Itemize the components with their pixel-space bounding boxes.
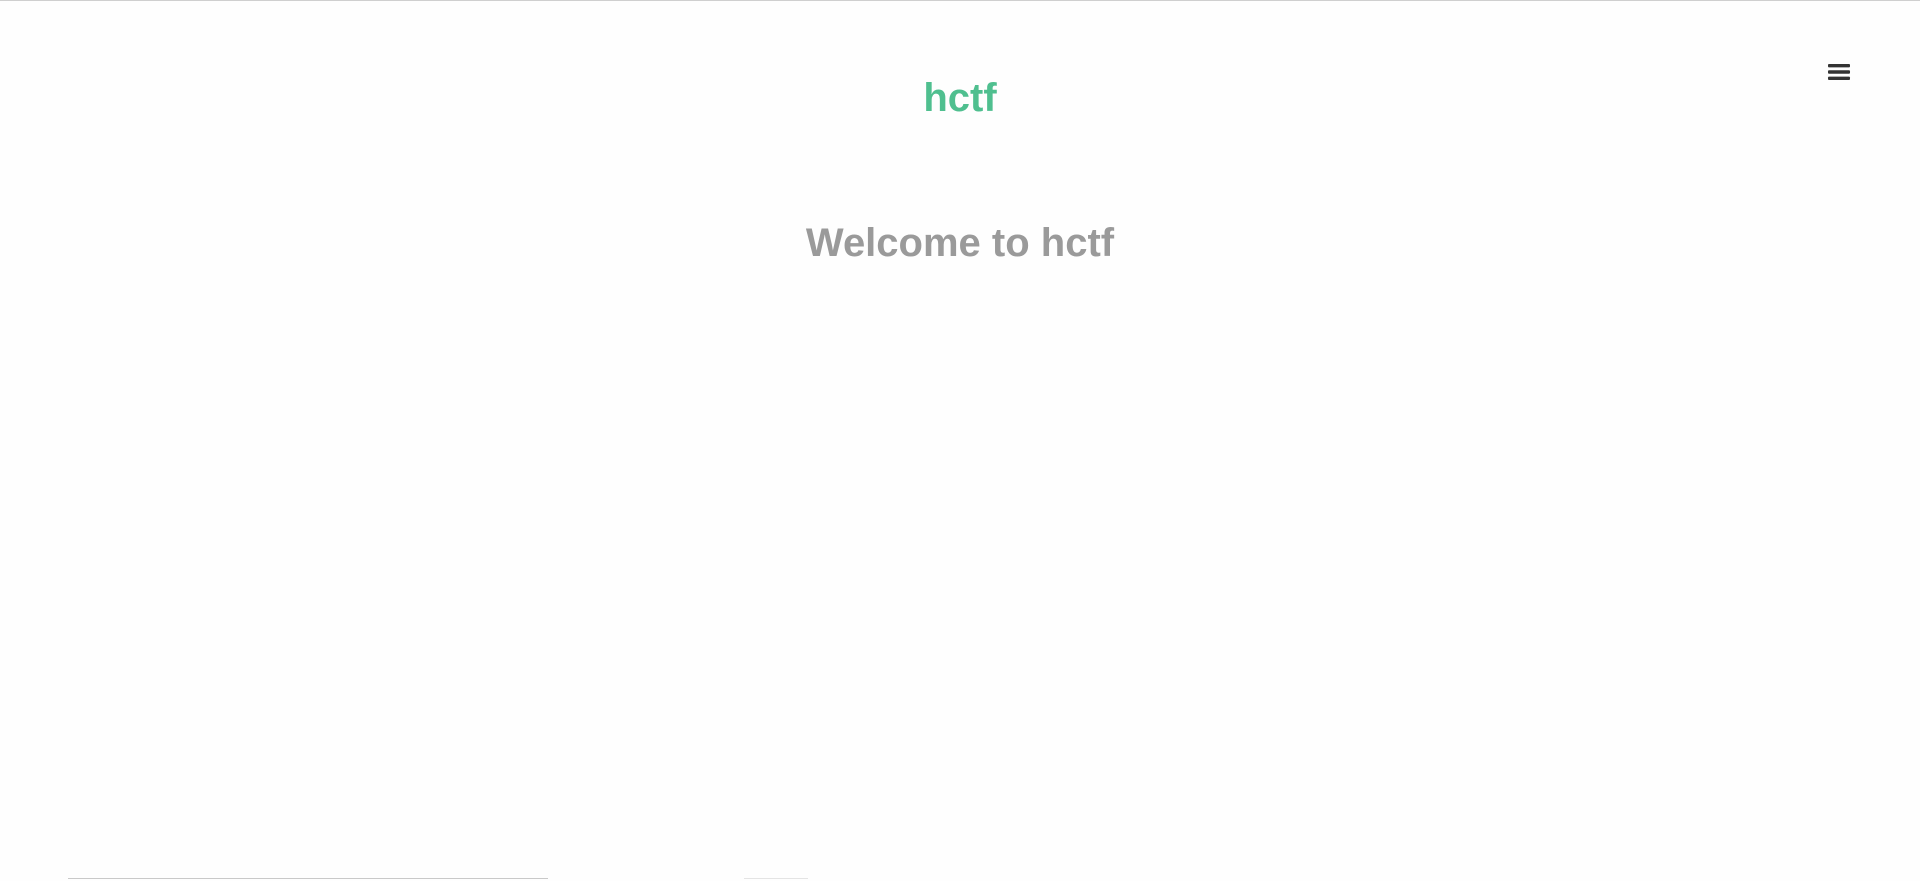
site-header: hctf bbox=[0, 1, 1920, 151]
hamburger-menu-icon bbox=[1824, 57, 1854, 87]
brand-link[interactable]: hctf bbox=[923, 76, 996, 120]
bottom-divider bbox=[68, 878, 548, 879]
page: hctf Welcome to hctf bbox=[0, 0, 1920, 881]
welcome-heading: Welcome to hctf bbox=[805, 221, 1115, 265]
site-brand: hctf bbox=[0, 71, 1920, 125]
menu-button[interactable] bbox=[1824, 57, 1854, 87]
bottom-divider-secondary bbox=[744, 878, 808, 879]
